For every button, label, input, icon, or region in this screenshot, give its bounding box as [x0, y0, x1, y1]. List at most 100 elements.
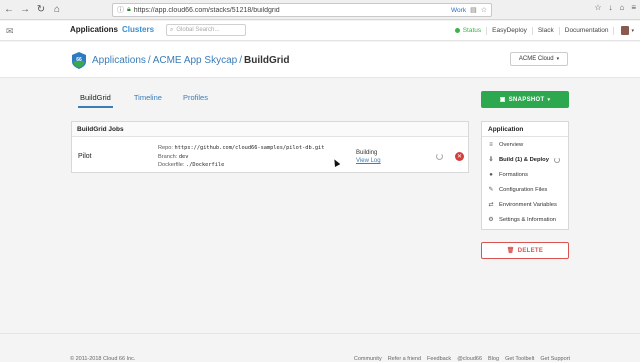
- menu-item-build-deploy[interactable]: ⇩ Build (1) & Deploy: [482, 152, 568, 167]
- delete-button[interactable]: 🗑︎ DELETE: [481, 242, 569, 259]
- footer-link[interactable]: Get Support: [540, 356, 570, 362]
- application-menu-heading: Application: [482, 122, 568, 137]
- footer-copyright: © 2011-2018 Cloud 66 Inc.: [70, 356, 136, 362]
- repo-value: https://github.com/cloud66-samples/pilot…: [174, 145, 325, 151]
- stack-selector[interactable]: ACME Cloud ▾: [510, 52, 568, 66]
- footer-link[interactable]: Blog: [488, 356, 499, 362]
- documentation-link[interactable]: Documentation: [565, 27, 609, 34]
- formations-icon: ●: [489, 171, 493, 178]
- menu-item-label: Environment Variables: [499, 201, 557, 208]
- panel-heading: BuildGrid Jobs: [72, 122, 468, 137]
- job-details: Repo: https://github.com/cloud66-samples…: [158, 144, 324, 170]
- crumb-app[interactable]: ACME App: [153, 55, 202, 66]
- branch-label: Branch:: [158, 153, 178, 160]
- gear-icon: ⚙: [488, 217, 494, 223]
- job-name: Pilot: [78, 153, 92, 160]
- buildgrid-jobs-panel: BuildGrid Jobs Pilot Repo: https://githu…: [71, 121, 469, 173]
- status-dot-icon: [454, 28, 460, 33]
- crumb-skycap[interactable]: Skycap: [204, 55, 237, 66]
- download-icon[interactable]: ↓: [608, 3, 612, 12]
- footer: © 2011-2018 Cloud 66 Inc. Community Refe…: [0, 333, 640, 362]
- dockerfile-value: ./Dockerfile: [186, 162, 225, 168]
- tab-timeline[interactable]: Timeline: [134, 93, 162, 108]
- menu-item-environment-variables[interactable]: ⇄ Environment Variables: [482, 197, 568, 212]
- trash-icon: 🗑︎: [506, 248, 515, 254]
- chevron-down-icon: ▾: [556, 56, 560, 62]
- bookmark-icon[interactable]: ☆: [481, 6, 487, 14]
- info-icon[interactable]: ⓘ: [117, 5, 124, 15]
- menu-item-label: Configuration Files: [499, 186, 548, 193]
- browser-right-icons: ☆ ↓ ⌂ ≡: [594, 3, 636, 12]
- footer-link[interactable]: @cloud66: [457, 356, 482, 362]
- footer-link[interactable]: Refer a friend: [388, 356, 421, 362]
- edit-icon: ✎: [488, 187, 494, 193]
- menu-item-label: Build (1) & Deploy: [499, 156, 549, 163]
- menu-icon[interactable]: ≡: [631, 3, 636, 12]
- camera-icon: ▣: [499, 97, 506, 103]
- breadcrumb: Applications / ACME App Skycap / BuildGrid: [92, 55, 290, 66]
- slack-link[interactable]: Slack: [538, 27, 554, 34]
- application-menu: Application ≡ Overview ⇩ Build (1) & Dep…: [481, 121, 569, 230]
- snapshot-button[interactable]: ▣ SNAPSHOT ▾: [481, 91, 569, 108]
- dockerfile-label: Dockerfile:: [158, 162, 185, 168]
- stack-selector-label: ACME Cloud: [518, 56, 554, 62]
- url-text[interactable]: https://app.cloud66.com/stacks/51218/bui…: [134, 7, 451, 14]
- menu-item-configuration-files[interactable]: ✎ Configuration Files: [482, 182, 568, 197]
- header-links: Status EasyDeploy Slack Documentation ▾: [454, 26, 634, 35]
- repo-label: Repo:: [158, 145, 173, 151]
- svg-text:66: 66: [76, 57, 82, 63]
- tab-buildgrid[interactable]: BuildGrid: [78, 93, 113, 108]
- tab-profiles[interactable]: Profiles: [183, 93, 208, 108]
- list-icon: ≡: [489, 141, 493, 148]
- app-header: ✉ Applications Clusters ⌕ Global Search.…: [0, 21, 640, 41]
- home-icon[interactable]: ⌂: [50, 3, 64, 17]
- lock-icon: 🔒︎: [127, 6, 131, 13]
- menu-item-label: Overview: [499, 141, 524, 148]
- chevron-down-icon[interactable]: ▾: [631, 28, 634, 34]
- global-search-input[interactable]: ⌕ Global Search...: [166, 24, 246, 36]
- snapshot-label: SNAPSHOT: [508, 96, 545, 103]
- home-icon[interactable]: ⌂: [619, 3, 624, 12]
- easydeploy-link[interactable]: EasyDeploy: [492, 27, 527, 34]
- nav-applications[interactable]: Applications: [70, 25, 118, 34]
- job-status: Building View Log: [356, 149, 381, 165]
- reload-icon[interactable]: ↻: [34, 3, 48, 17]
- menu-item-label: Settings & Information: [499, 216, 557, 223]
- status-link[interactable]: Status: [463, 27, 481, 34]
- chevron-down-icon: ▾: [547, 96, 551, 103]
- cloud66-logo-icon[interactable]: 66: [72, 52, 86, 69]
- back-icon[interactable]: ←: [2, 3, 16, 17]
- menu-item-settings[interactable]: ⚙ Settings & Information: [482, 212, 568, 227]
- footer-link[interactable]: Get Toolbelt: [505, 356, 534, 362]
- download-icon: ⇩: [488, 157, 494, 163]
- menu-item-overview[interactable]: ≡ Overview: [482, 137, 568, 152]
- delete-label: DELETE: [517, 247, 544, 254]
- footer-links: Community Refer a friend Feedback @cloud…: [354, 356, 570, 362]
- address-bar[interactable]: ⓘ 🔒︎ https://app.cloud66.com/stacks/5121…: [112, 3, 492, 17]
- exchange-icon: ⇄: [488, 202, 494, 208]
- menu-item-label: Formations: [499, 171, 528, 178]
- container-badge[interactable]: Work: [451, 7, 466, 14]
- view-log-link[interactable]: View Log: [356, 157, 381, 165]
- menu-item-formations[interactable]: ● Formations: [482, 167, 568, 182]
- spinner-icon: [436, 153, 443, 160]
- reader-icon[interactable]: ▤: [470, 6, 477, 14]
- crumb-applications[interactable]: Applications: [92, 55, 146, 66]
- footer-link[interactable]: Community: [354, 356, 382, 362]
- branch-value: dev: [178, 153, 189, 160]
- search-icon: ⌕: [170, 26, 174, 33]
- library-icon[interactable]: ☆: [594, 3, 601, 12]
- browser-toolbar: ← → ↻ ⌂ ⓘ 🔒︎ https://app.cloud66.com/sta…: [0, 0, 640, 20]
- spinner-icon: [553, 156, 560, 163]
- footer-link[interactable]: Feedback: [427, 356, 451, 362]
- nav-clusters[interactable]: Clusters: [122, 25, 154, 34]
- cancel-job-icon[interactable]: ✕: [455, 152, 464, 161]
- status-text: Building: [356, 150, 378, 156]
- forward-icon[interactable]: →: [18, 3, 32, 17]
- mail-icon[interactable]: ✉: [6, 26, 14, 37]
- search-placeholder: Global Search...: [176, 27, 220, 33]
- avatar[interactable]: [621, 26, 630, 35]
- title-bar: 66 Applications / ACME App Skycap / BuildGri…: [0, 42, 640, 78]
- tab-bar: BuildGrid Timeline Profiles: [72, 93, 221, 108]
- page-title: BuildGrid: [243, 55, 290, 66]
